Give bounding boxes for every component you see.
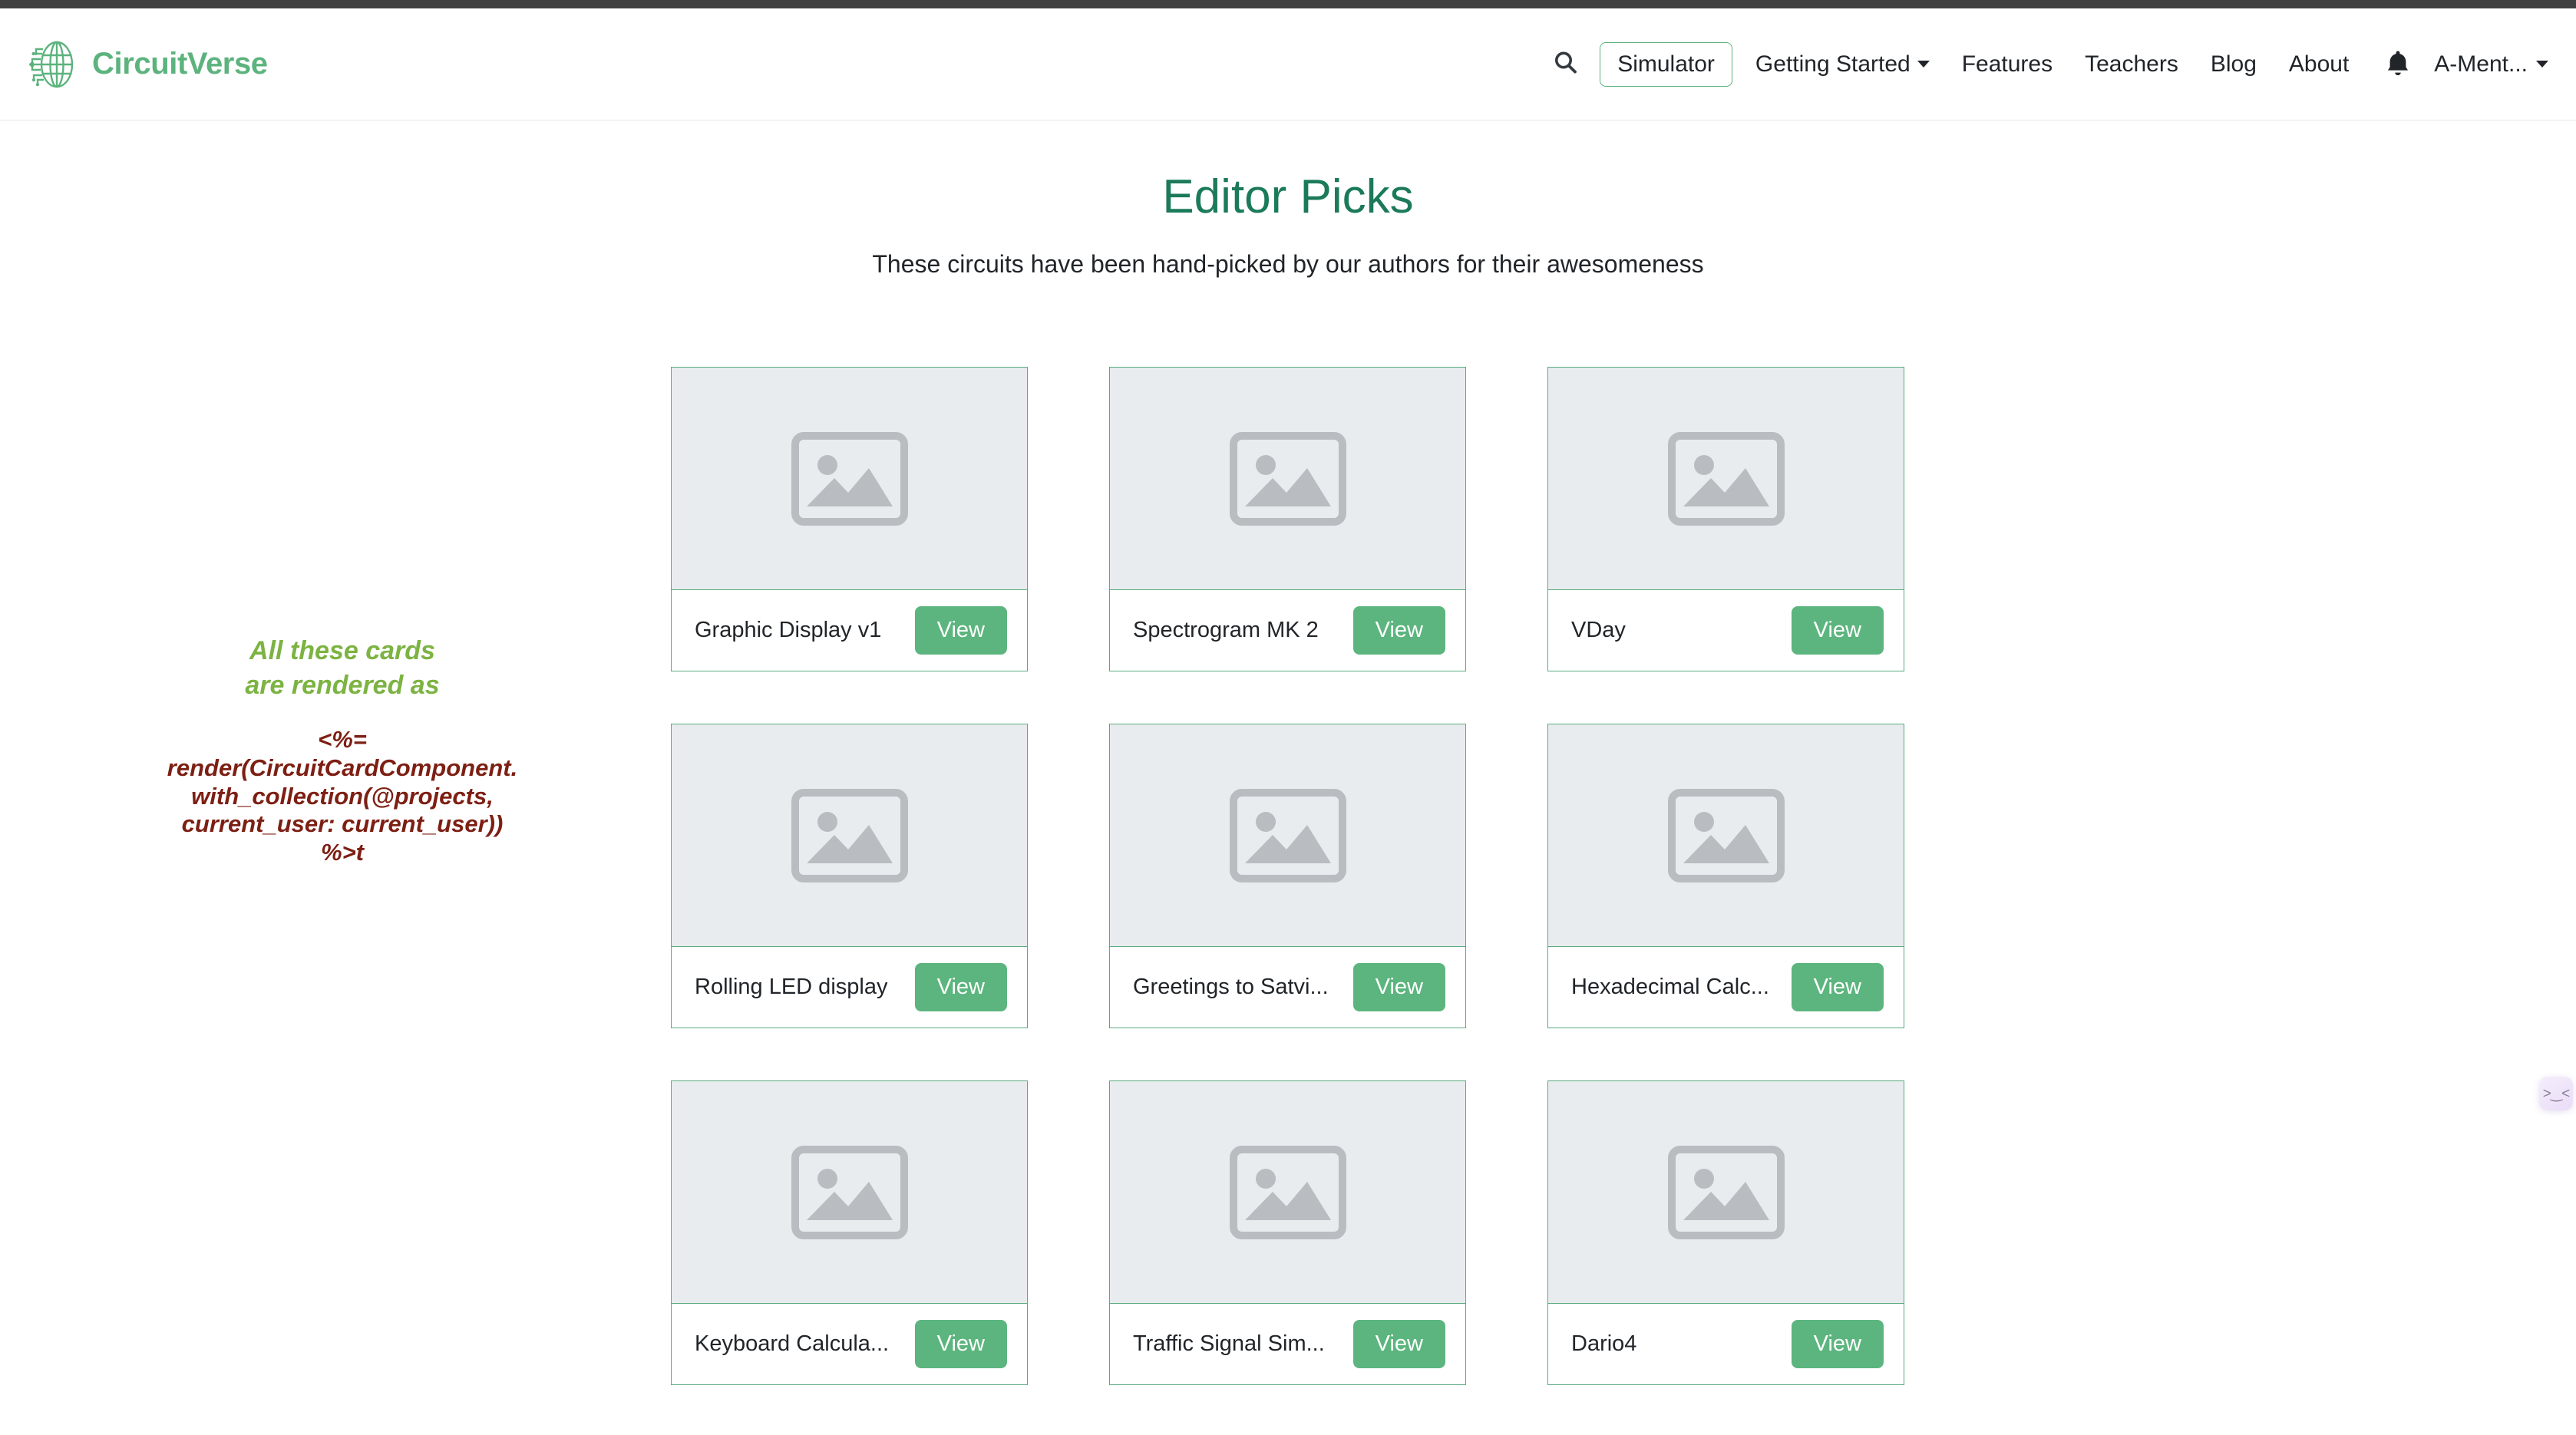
circuit-card-footer: Greetings to Satvi... View xyxy=(1110,947,1465,1028)
nav-link-blog[interactable]: Blog xyxy=(2195,51,2273,78)
circuit-card-footer: Spectrogram MK 2 View xyxy=(1110,590,1465,671)
circuit-thumbnail xyxy=(672,368,1027,590)
search-icon xyxy=(1552,49,1580,79)
circuit-card[interactable]: Traffic Signal Sim... View xyxy=(1109,1080,1466,1385)
circuit-card[interactable]: Hexadecimal Calc... View xyxy=(1547,724,1904,1028)
brand-home-link[interactable]: CircuitVerse xyxy=(29,39,268,90)
chat-support-icon[interactable]: >‿< xyxy=(2539,1077,2573,1110)
image-placeholder-icon xyxy=(791,1146,908,1239)
view-button[interactable]: View xyxy=(1792,963,1884,1011)
view-button[interactable]: View xyxy=(1792,1320,1884,1368)
circuit-title: Hexadecimal Calc... xyxy=(1571,975,1769,1000)
nav-link-about[interactable]: About xyxy=(2273,51,2365,78)
page-subtitle: These circuits have been hand-picked by … xyxy=(0,249,2576,281)
image-placeholder-icon xyxy=(791,432,908,526)
circuit-title: Keyboard Calcula... xyxy=(695,1331,889,1357)
view-button[interactable]: View xyxy=(915,1320,1007,1368)
nav-link-getting-started[interactable]: Getting Started xyxy=(1732,51,1946,78)
circuit-card-footer: VDay View xyxy=(1548,590,1904,671)
circuit-title: Spectrogram MK 2 xyxy=(1133,618,1319,643)
view-button[interactable]: View xyxy=(1353,606,1445,655)
view-button[interactable]: View xyxy=(1353,1320,1445,1368)
circuit-thumbnail xyxy=(1548,1081,1904,1304)
circuit-thumbnail xyxy=(1548,724,1904,947)
chevron-down-icon xyxy=(1917,61,1930,68)
search-button[interactable] xyxy=(1552,49,1600,79)
chat-support-face: >‿< xyxy=(2543,1087,2569,1101)
circuit-title: Traffic Signal Sim... xyxy=(1133,1331,1325,1357)
circuit-title: Greetings to Satvi... xyxy=(1133,975,1329,1000)
user-account-menu[interactable]: A-Ment... xyxy=(2426,51,2548,78)
circuit-card[interactable]: VDay View xyxy=(1547,367,1904,671)
page-header: Editor Picks These circuits have been ha… xyxy=(0,120,2576,281)
circuit-title: Rolling LED display xyxy=(695,975,887,1000)
view-button[interactable]: View xyxy=(915,606,1007,655)
circuit-thumbnail xyxy=(1110,368,1465,590)
nav-link-features[interactable]: Features xyxy=(1946,51,2069,78)
circuit-title: VDay xyxy=(1571,618,1626,643)
nav-link-teachers[interactable]: Teachers xyxy=(2069,51,2195,78)
circuit-card-footer: Traffic Signal Sim... View xyxy=(1110,1304,1465,1384)
circuit-card-footer: Graphic Display v1 View xyxy=(672,590,1027,671)
circuit-card-footer: Keyboard Calcula... View xyxy=(672,1304,1027,1384)
view-button[interactable]: View xyxy=(915,963,1007,1011)
circuit-thumbnail xyxy=(1110,724,1465,947)
circuit-card[interactable]: Dario4 View xyxy=(1547,1080,1904,1385)
annotation-heading-text: All these cards are rendered as xyxy=(150,634,534,703)
simulator-button[interactable]: Simulator xyxy=(1600,42,1732,87)
circuit-card[interactable]: Rolling LED display View xyxy=(671,724,1028,1028)
image-placeholder-icon xyxy=(1668,789,1785,882)
circuit-thumbnail xyxy=(1110,1081,1465,1304)
circuit-card-footer: Hexadecimal Calc... View xyxy=(1548,947,1904,1028)
circuit-title: Dario4 xyxy=(1571,1331,1636,1357)
nav-link-label: Teachers xyxy=(2085,51,2178,78)
annotation-code-text: <%= render(CircuitCardComponent. with_co… xyxy=(150,726,534,866)
navbar-right-group: Simulator Getting Started Features Teach… xyxy=(1552,8,2548,120)
image-placeholder-icon xyxy=(1668,432,1785,526)
circuit-card-footer: Dario4 View xyxy=(1548,1304,1904,1384)
image-placeholder-icon xyxy=(1230,789,1346,882)
circuit-card[interactable]: Graphic Display v1 View xyxy=(671,367,1028,671)
circuit-card[interactable]: Spectrogram MK 2 View xyxy=(1109,367,1466,671)
circuit-card[interactable]: Keyboard Calcula... View xyxy=(671,1080,1028,1385)
circuit-title: Graphic Display v1 xyxy=(695,618,881,643)
circuit-thumbnail xyxy=(672,1081,1027,1304)
nav-link-label: About xyxy=(2289,51,2349,78)
view-button[interactable]: View xyxy=(1792,606,1884,655)
image-placeholder-icon xyxy=(1230,432,1346,526)
circuit-thumbnail xyxy=(672,724,1027,947)
nav-link-label: Getting Started xyxy=(1755,51,1911,78)
image-placeholder-icon xyxy=(1230,1146,1346,1239)
main-navbar: CircuitVerse Simulator Getting Started F… xyxy=(0,8,2576,120)
notification-bell-icon xyxy=(2385,48,2411,80)
circuitverse-globe-icon xyxy=(29,39,80,90)
circuit-card[interactable]: Greetings to Satvi... View xyxy=(1109,724,1466,1028)
user-account-label: A-Ment... xyxy=(2434,51,2528,78)
nav-link-label: Features xyxy=(1962,51,2053,78)
circuit-thumbnail xyxy=(1548,368,1904,590)
nav-link-label: Blog xyxy=(2211,51,2257,78)
image-placeholder-icon xyxy=(791,789,908,882)
circuit-card-footer: Rolling LED display View xyxy=(672,947,1027,1028)
image-placeholder-icon xyxy=(1668,1146,1785,1239)
circuit-card-grid: Graphic Display v1 View Spectrogram MK 2… xyxy=(671,367,1904,1385)
page-title: Editor Picks xyxy=(0,169,2576,226)
chevron-down-icon xyxy=(2536,61,2548,68)
notifications-button[interactable] xyxy=(2365,48,2426,80)
brand-name: CircuitVerse xyxy=(92,47,268,81)
browser-chrome-strip xyxy=(0,0,2576,8)
annotation-overlay: All these cards are rendered as <%= rend… xyxy=(150,634,534,866)
view-button[interactable]: View xyxy=(1353,963,1445,1011)
